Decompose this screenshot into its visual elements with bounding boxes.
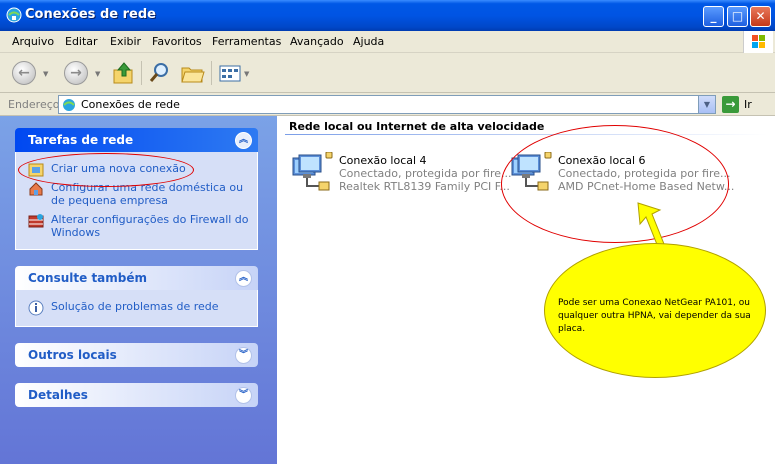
window-title: Conexões de rede (25, 7, 156, 22)
windows-logo-icon (743, 31, 773, 53)
collapse-chevron-icon[interactable]: ︽ (235, 132, 252, 149)
menu-arquivo[interactable]: Arquivo (12, 35, 54, 48)
task-label: Solução de problemas de rede (51, 300, 219, 313)
collapse-chevron-icon[interactable]: ︽ (235, 270, 252, 287)
task-network-troubleshoot[interactable]: Solução de problemas de rede (16, 300, 257, 316)
see-also-header[interactable]: Consulte também ︽ (15, 266, 258, 290)
connection-item[interactable]: Conexão local 4 Conectado, protegida por… (289, 152, 512, 196)
connection-name: Conexão local 4 (339, 154, 427, 167)
menu-ajuda[interactable]: Ajuda (353, 35, 384, 48)
maximize-button[interactable]: □ (727, 6, 748, 27)
back-dropdown-icon[interactable]: ▼ (43, 70, 48, 78)
highlight-oval (18, 153, 194, 187)
go-arrow-icon[interactable]: → (722, 96, 739, 113)
task-label: Alterar configurações do Firewall do Win… (51, 213, 249, 239)
up-folder-icon[interactable] (112, 60, 136, 86)
connection-status: Conectado, protegida por fire... (339, 167, 512, 180)
lan-connection-icon (292, 152, 333, 191)
annotation-note-text: Pode ser uma Conexao NetGear PA101, ou q… (558, 298, 751, 334)
details-header[interactable]: Detalhes ︾ (15, 383, 258, 407)
other-places-header[interactable]: Outros locais ︾ (15, 343, 258, 367)
menu-bar: Arquivo Editar Exibir Favoritos Ferramen… (0, 31, 775, 53)
panel-title: Consulte também (28, 271, 148, 285)
network-connections-icon (6, 7, 22, 23)
network-tasks-panel: Tarefas de rede ︽ Criar uma nova conexão… (15, 128, 258, 250)
panel-title: Tarefas de rede (28, 133, 134, 147)
folders-icon[interactable] (180, 60, 206, 86)
menu-editar[interactable]: Editar (65, 35, 98, 48)
address-dropdown-icon[interactable]: ▼ (698, 96, 715, 113)
address-label: Endereço (8, 98, 60, 111)
see-also-panel: Consulte também ︽ Solução de problemas d… (15, 266, 258, 327)
menu-favoritos[interactable]: Favoritos (152, 35, 202, 48)
menu-ferramentas[interactable]: Ferramentas (212, 35, 281, 48)
address-value: Conexões de rede (81, 98, 180, 111)
toolbar: ← ▼ → ▼ ▼ (0, 53, 775, 93)
expand-chevron-icon[interactable]: ︾ (235, 387, 252, 404)
highlight-oval (501, 125, 729, 243)
title-bar: Conexões de rede _ □ ✕ (0, 0, 775, 31)
firewall-icon (28, 214, 44, 228)
menu-exibir[interactable]: Exibir (110, 35, 141, 48)
section-title: Rede local ou Internet de alta velocidad… (289, 120, 545, 133)
forward-dropdown-icon[interactable]: ▼ (95, 70, 100, 78)
back-button[interactable]: ← (12, 61, 36, 85)
panel-title: Outros locais (28, 348, 117, 362)
minimize-button[interactable]: _ (703, 6, 724, 27)
expand-chevron-icon[interactable]: ︾ (235, 347, 252, 364)
annotation-note: Pode ser uma Conexao NetGear PA101, ou q… (544, 243, 766, 378)
network-connections-icon (63, 99, 75, 111)
forward-button[interactable]: → (64, 61, 88, 85)
network-tasks-header[interactable]: Tarefas de rede ︽ (15, 128, 258, 152)
other-places-panel: Outros locais ︾ (15, 343, 258, 367)
info-icon (28, 300, 44, 316)
toolbar-separator (211, 61, 212, 85)
address-input[interactable]: Conexões de rede ▼ (58, 95, 716, 114)
views-icon[interactable] (218, 60, 242, 86)
connection-device: Realtek RTL8139 Family PCI F... (339, 180, 510, 193)
details-panel: Detalhes ︾ (15, 383, 258, 407)
home-network-icon (29, 182, 43, 196)
toolbar-separator (141, 61, 142, 85)
task-firewall-settings[interactable]: Alterar configurações do Firewall do Win… (16, 213, 257, 239)
address-bar: Endereço Conexões de rede ▼ → Ir (0, 93, 775, 116)
panel-title: Detalhes (28, 388, 88, 402)
views-dropdown-icon[interactable]: ▼ (244, 70, 249, 78)
menu-avancado[interactable]: Avançado (290, 35, 344, 48)
close-button[interactable]: ✕ (750, 6, 771, 27)
section-divider (285, 134, 767, 135)
search-icon[interactable] (148, 60, 172, 86)
go-button[interactable]: Ir (744, 98, 752, 111)
